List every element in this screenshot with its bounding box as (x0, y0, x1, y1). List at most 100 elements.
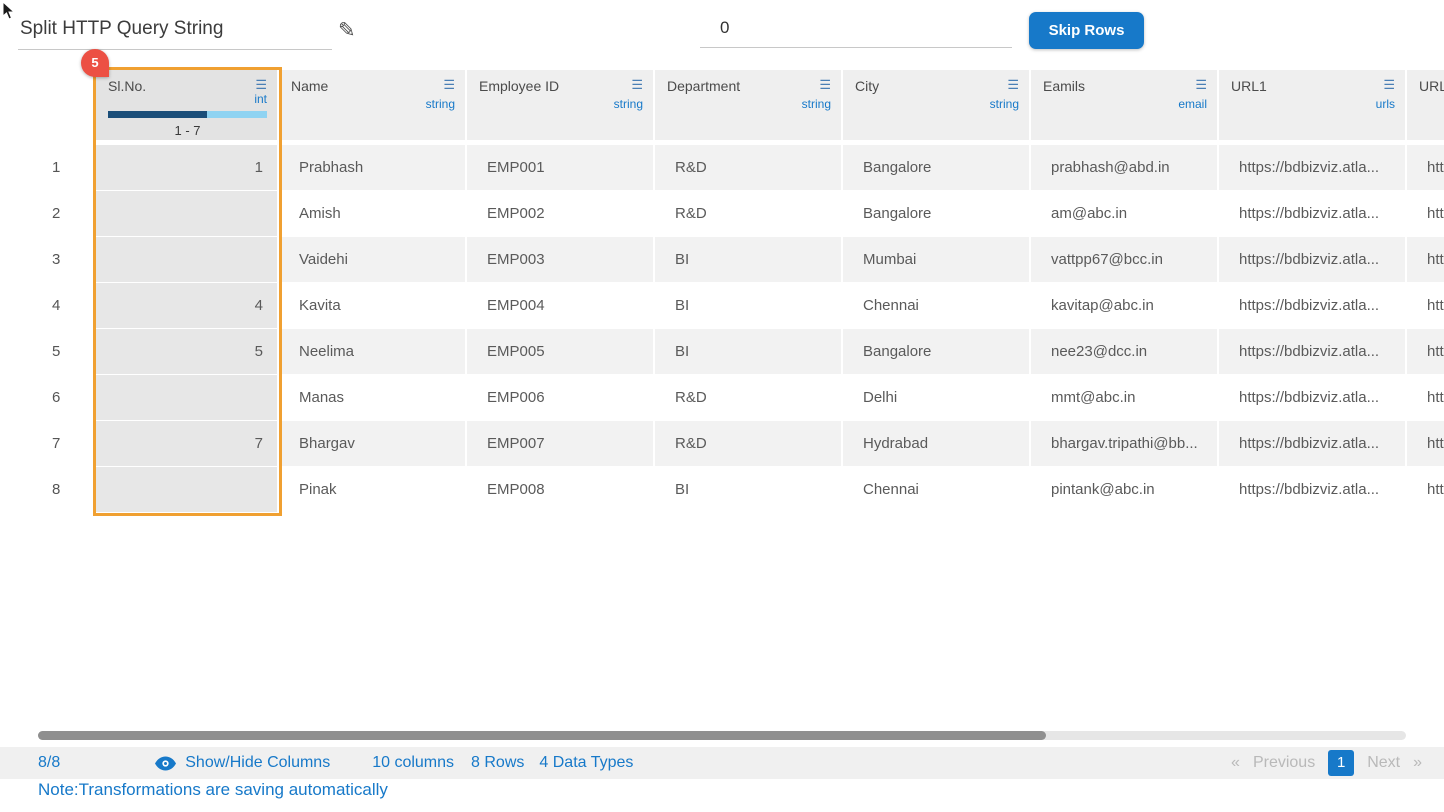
cell-empid[interactable]: EMP005 (467, 329, 655, 375)
edit-title-icon[interactable]: ✎ (338, 18, 356, 43)
column-header-name[interactable]: Name ☰ string (279, 70, 467, 140)
cell-url2[interactable]: https://bdbizviz.atla... (1407, 329, 1444, 375)
horizontal-scrollbar-thumb[interactable] (38, 731, 1046, 740)
pagination-previous-button[interactable]: Previous (1253, 754, 1315, 772)
cell-emails[interactable]: pintank@abc.in (1031, 467, 1219, 513)
table-row: 6ManasEMP006R&DDelhimmt@abc.inhttps://bd… (38, 375, 1444, 421)
cell-dept[interactable]: R&D (655, 375, 843, 421)
cell-dept[interactable]: BI (655, 329, 843, 375)
cell-emails[interactable]: vattpp67@bcc.in (1031, 237, 1219, 283)
cell-city[interactable]: Bangalore (843, 191, 1031, 237)
cell-city[interactable]: Delhi (843, 375, 1031, 421)
cell-empid[interactable]: EMP001 (467, 145, 655, 191)
cell-name[interactable]: Kavita (279, 283, 467, 329)
cell-slno[interactable]: 5 (96, 329, 279, 375)
column-menu-icon[interactable]: ☰ (255, 78, 267, 92)
cell-url2[interactable]: https://bdbizviz.atla... (1407, 283, 1444, 329)
cell-name[interactable]: Bhargav (279, 421, 467, 467)
cell-url1[interactable]: https://bdbizviz.atla... (1219, 329, 1407, 375)
column-menu-icon[interactable]: ☰ (631, 78, 643, 92)
cell-dept[interactable]: R&D (655, 191, 843, 237)
cell-city[interactable]: Hydrabad (843, 421, 1031, 467)
column-header-url2[interactable]: URL2☰urls (1407, 70, 1444, 140)
column-header-empid[interactable]: Employee ID☰string (467, 70, 655, 140)
cell-dept[interactable]: BI (655, 467, 843, 513)
cell-emails[interactable]: kavitap@abc.in (1031, 283, 1219, 329)
pagination-next-button[interactable]: Next (1367, 754, 1400, 772)
cell-emails[interactable]: am@abc.in (1031, 191, 1219, 237)
row-number-cell: 6 (38, 375, 96, 421)
pagination-last-icon[interactable]: » (1413, 754, 1422, 772)
cell-slno[interactable]: 1 (96, 145, 279, 191)
cell-dept[interactable]: BI (655, 237, 843, 283)
column-menu-icon[interactable]: ☰ (1195, 78, 1207, 92)
show-hide-columns-button[interactable]: Show/Hide Columns (155, 754, 330, 772)
cell-name[interactable]: Neelima (279, 329, 467, 375)
cell-dept[interactable]: R&D (655, 145, 843, 191)
column-header-top: City☰ (855, 78, 1019, 94)
column-header-emails[interactable]: Eamils☰email (1031, 70, 1219, 140)
cell-url2[interactable]: https://bdbizviz.atla... (1407, 421, 1444, 467)
cell-emails[interactable]: bhargav.tripathi@bb... (1031, 421, 1219, 467)
cell-city[interactable]: Chennai (843, 467, 1031, 513)
cell-url2[interactable]: https://bdbizviz.atla... (1407, 467, 1444, 513)
cell-url1[interactable]: https://bdbizviz.atla... (1219, 191, 1407, 237)
cell-emails[interactable]: nee23@dcc.in (1031, 329, 1219, 375)
cell-slno[interactable] (96, 375, 279, 421)
cell-empid[interactable]: EMP003 (467, 237, 655, 283)
cell-url1[interactable]: https://bdbizviz.atla... (1219, 237, 1407, 283)
cell-city[interactable]: Chennai (843, 283, 1031, 329)
transform-title-input[interactable]: Split HTTP Query String (18, 14, 332, 50)
column-menu-icon[interactable]: ☰ (1007, 78, 1019, 92)
cell-slno[interactable] (96, 191, 279, 237)
cell-url2[interactable]: https://bdbizviz.atla... (1407, 237, 1444, 283)
cell-name[interactable]: Prabhash (279, 145, 467, 191)
cell-empid[interactable]: EMP004 (467, 283, 655, 329)
cell-url1[interactable]: https://bdbizviz.atla... (1219, 421, 1407, 467)
horizontal-scrollbar-track[interactable] (38, 731, 1406, 740)
column-label: Name (291, 78, 328, 94)
skip-rows-button[interactable]: Skip Rows (1029, 12, 1144, 49)
cell-url1[interactable]: https://bdbizviz.atla... (1219, 375, 1407, 421)
column-menu-icon[interactable]: ☰ (1383, 78, 1395, 92)
cell-city[interactable]: Bangalore (843, 145, 1031, 191)
cell-slno[interactable] (96, 237, 279, 283)
cell-city[interactable]: Bangalore (843, 329, 1031, 375)
cell-city[interactable]: Mumbai (843, 237, 1031, 283)
skip-rows-input[interactable]: 0 (700, 12, 1012, 48)
pagination-first-icon[interactable]: « (1231, 754, 1240, 772)
column-menu-icon[interactable]: ☰ (443, 78, 455, 92)
cell-empid[interactable]: EMP008 (467, 467, 655, 513)
cell-emails[interactable]: prabhash@abd.in (1031, 145, 1219, 191)
cell-dept[interactable]: R&D (655, 421, 843, 467)
cell-url2[interactable]: https://bdbizviz.atla... (1407, 145, 1444, 191)
cell-url2[interactable]: https://bdbizviz.atla... (1407, 191, 1444, 237)
cell-name[interactable]: Amish (279, 191, 467, 237)
cell-empid[interactable]: EMP007 (467, 421, 655, 467)
cell-name[interactable]: Pinak (279, 467, 467, 513)
cell-dept[interactable]: BI (655, 283, 843, 329)
column-header-url1[interactable]: URL1☰urls (1219, 70, 1407, 140)
cell-url1[interactable]: https://bdbizviz.atla... (1219, 145, 1407, 191)
pagination-current-page[interactable]: 1 (1328, 750, 1354, 776)
cell-slno[interactable]: 7 (96, 421, 279, 467)
cell-emails[interactable]: mmt@abc.in (1031, 375, 1219, 421)
column-distribution-bar (108, 111, 267, 118)
cell-empid[interactable]: EMP006 (467, 375, 655, 421)
column-menu-icon[interactable]: ☰ (819, 78, 831, 92)
cell-name[interactable]: Vaidehi (279, 237, 467, 283)
table-row: 77BhargavEMP007R&DHydrabadbhargav.tripat… (38, 421, 1444, 467)
cell-url1[interactable]: https://bdbizviz.atla... (1219, 283, 1407, 329)
cell-url1[interactable]: https://bdbizviz.atla... (1219, 467, 1407, 513)
column-header-dept[interactable]: Department☰string (655, 70, 843, 140)
column-type-label: string (291, 97, 455, 111)
column-header-top: Employee ID☰ (479, 78, 643, 94)
cell-slno[interactable] (96, 467, 279, 513)
column-header-slno[interactable]: Sl.No.☰int1 - 7 (96, 70, 279, 140)
cell-empid[interactable]: EMP002 (467, 191, 655, 237)
column-header-top: Department☰ (667, 78, 831, 94)
cell-url2[interactable]: https://bdbizviz.atla... (1407, 375, 1444, 421)
column-header-city[interactable]: City☰string (843, 70, 1031, 140)
cell-slno[interactable]: 4 (96, 283, 279, 329)
cell-name[interactable]: Manas (279, 375, 467, 421)
